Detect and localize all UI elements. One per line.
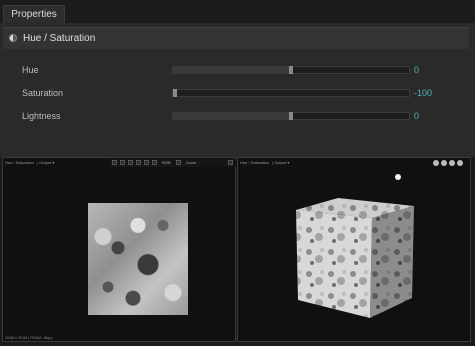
slider-handle[interactable] <box>289 66 293 74</box>
lightness-slider[interactable] <box>172 112 410 120</box>
tab-properties[interactable]: Properties <box>3 5 65 23</box>
viewport-3d[interactable]: Hue / Saturation | Output ▾ <box>237 157 471 342</box>
info-icon[interactable] <box>144 160 149 165</box>
texture-preview <box>88 203 188 315</box>
zoom-select[interactable]: Zoom <box>186 159 196 167</box>
hue-slider[interactable] <box>172 66 410 74</box>
tab-bar: Properties <box>0 0 475 23</box>
properties-panel: Properties Hue / Saturation Hue 0 Satura… <box>0 0 475 157</box>
viewport-2d[interactable]: Hue / Saturation | Output ▾ RGB Zoom 204… <box>2 157 238 342</box>
slider-fill <box>173 67 291 73</box>
param-label: Lightness <box>22 111 61 121</box>
camera-icon[interactable] <box>152 160 157 165</box>
cube-right-shade <box>370 206 414 318</box>
hue-saturation-icon <box>9 34 17 42</box>
slider-fill <box>173 113 291 119</box>
section-title: Hue / Saturation <box>23 33 96 44</box>
section-header[interactable]: Hue / Saturation <box>3 27 469 49</box>
saturation-slider[interactable] <box>172 89 410 97</box>
cube-left-face <box>296 210 372 318</box>
fit-icon[interactable] <box>136 160 141 165</box>
param-value[interactable]: 0 <box>414 107 419 125</box>
param-row-saturation: Saturation -100 <box>0 84 475 102</box>
channel-select[interactable]: RGB <box>162 159 171 167</box>
cube-preview <box>296 198 414 318</box>
output-dropdown[interactable]: | Output ▾ <box>37 158 54 167</box>
viewport-toolbar: RGB Zoom <box>110 159 238 167</box>
slider-handle[interactable] <box>289 112 293 120</box>
viewport-title: Hue / Saturation <box>5 160 34 165</box>
tile-icon[interactable] <box>128 160 133 165</box>
menu-icon[interactable] <box>228 160 233 165</box>
param-row-lightness: Lightness 0 <box>0 107 475 125</box>
param-value[interactable]: 0 <box>414 61 419 79</box>
param-label: Hue <box>22 65 39 75</box>
channel-icon[interactable] <box>112 160 117 165</box>
color-icon[interactable] <box>176 160 181 165</box>
slider-handle[interactable] <box>173 89 177 97</box>
param-label: Saturation <box>22 88 64 98</box>
status-text: 2048 x 2048 | RGBA, 8bpc <box>5 335 53 340</box>
param-value[interactable]: -100 <box>414 84 432 102</box>
grid-icon[interactable] <box>120 160 125 165</box>
param-row-hue: Hue 0 <box>0 61 475 79</box>
